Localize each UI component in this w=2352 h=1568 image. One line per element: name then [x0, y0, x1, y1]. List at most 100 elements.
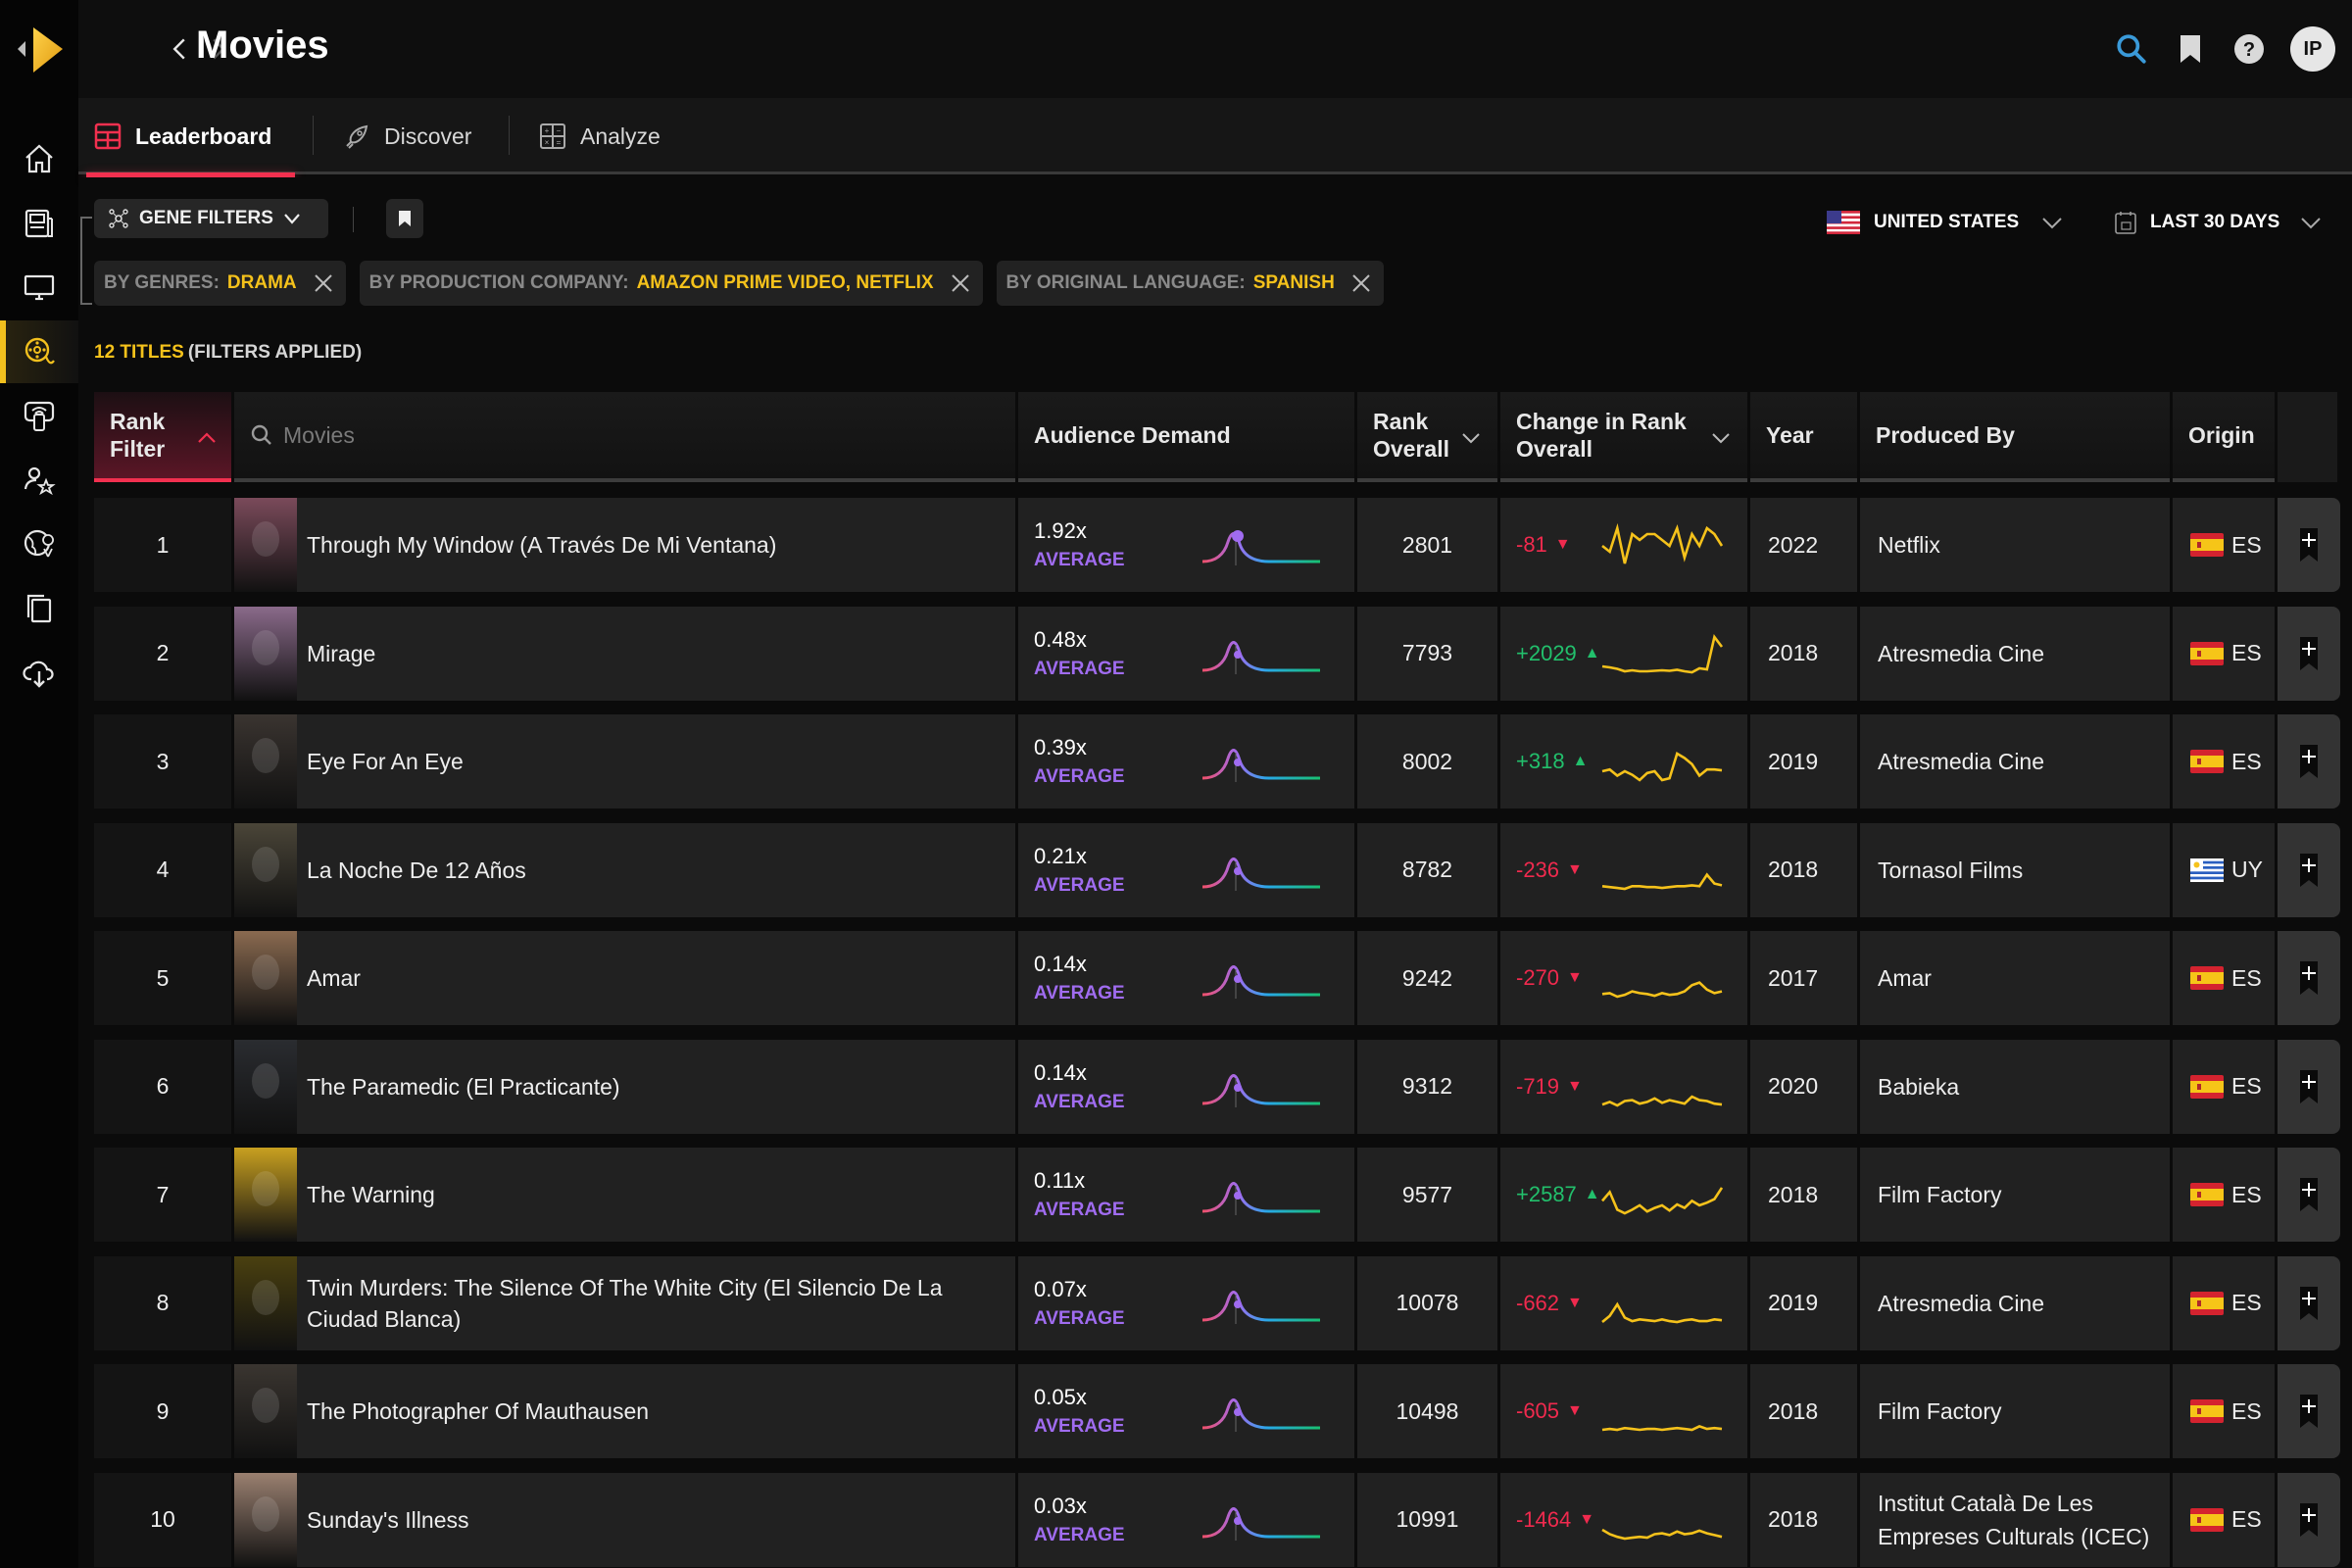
close-icon[interactable]	[1350, 272, 1372, 294]
column-change-in-rank[interactable]: Change in Rank Overall	[1500, 392, 1747, 482]
title-cell[interactable]: La Noche De 12 Años	[234, 822, 1015, 917]
movie-title[interactable]: Eye For An Eye	[307, 746, 483, 777]
poster-image	[234, 498, 297, 592]
demand-value: 0.14x	[1034, 952, 1087, 976]
add-to-watchlist-button[interactable]	[2278, 822, 2340, 917]
table-row[interactable]: 6 The Paramedic (El Practicante) 0.14x AVER…	[94, 1039, 2352, 1134]
add-to-watchlist-button[interactable]	[2278, 498, 2340, 592]
sidebar-item-global[interactable]	[0, 513, 78, 575]
produced-by-cell: Film Factory	[1860, 1148, 2170, 1242]
producer-value: Tornasol Films	[1878, 857, 2024, 883]
triangle-down-icon: ▼	[1567, 969, 1583, 986]
tab-discover[interactable]: Discover	[343, 98, 471, 174]
add-to-watchlist-button[interactable]	[2278, 931, 2340, 1025]
demand-value: 1.92x	[1034, 518, 1087, 543]
add-to-watchlist-button[interactable]	[2278, 1255, 2340, 1350]
movie-title[interactable]: Sunday's Illness	[307, 1504, 488, 1536]
help-button[interactable]: ?	[2220, 20, 2278, 78]
sidebar-item-streaming[interactable]	[0, 384, 78, 447]
add-to-watchlist-button[interactable]	[2278, 714, 2340, 808]
table-row[interactable]: 2 Mirage 0.48x AVERAGE 7793 +2029 ▲ 2018 Atresme…	[94, 606, 2352, 701]
title-cell[interactable]: The Warning	[234, 1148, 1015, 1242]
title-cell[interactable]: Sunday's Illness	[234, 1472, 1015, 1567]
gene-filters-label: GENE FILTERS	[139, 208, 273, 228]
gene-filters-button[interactable]: GENE FILTERS	[94, 199, 328, 238]
table-row[interactable]: 3 Eye For An Eye 0.39x AVERAGE 8002 +318 ▲ 2019…	[94, 714, 2352, 808]
sidebar-item-news[interactable]	[0, 192, 78, 255]
tab-analyze[interactable]: + − × = Analyze	[539, 98, 661, 174]
add-to-watchlist-button[interactable]	[2278, 1364, 2340, 1458]
sidebar-item-tv[interactable]	[0, 256, 78, 318]
movie-title[interactable]: Mirage	[307, 638, 395, 669]
country-label: UNITED STATES	[1874, 212, 2020, 232]
sidebar-item-talent[interactable]	[0, 449, 78, 512]
movie-title[interactable]: The Photographer Of Mauthausen	[307, 1396, 668, 1427]
close-icon[interactable]	[950, 272, 971, 294]
date-range-select[interactable]: LAST 30 DAYS	[2115, 203, 2323, 242]
title-cell[interactable]: Mirage	[234, 606, 1015, 701]
app-logo[interactable]	[12, 22, 67, 76]
rank-value: 7	[156, 1181, 170, 1207]
title-cell[interactable]: Amar	[234, 931, 1015, 1025]
rank-cell: 2	[94, 606, 231, 701]
country-select[interactable]: UNITED STATES	[1827, 203, 2064, 242]
add-to-watchlist-button[interactable]	[2278, 1148, 2340, 1242]
chevron-down-icon	[284, 214, 300, 224]
table-row[interactable]: 5 Amar 0.14x AVERAGE 9242 -270 ▼ 2017 Amar ES	[94, 931, 2352, 1025]
sidebar-item-copies[interactable]	[0, 577, 78, 640]
table-row[interactable]: 1 Through My Window (A Través De Mi Venta…	[94, 498, 2352, 592]
column-actions	[2278, 392, 2337, 482]
title-cell[interactable]: The Paramedic (El Practicante)	[234, 1039, 1015, 1134]
origin-code: ES	[2231, 964, 2262, 991]
origin-code: ES	[2231, 640, 2262, 665]
search-button[interactable]	[2102, 20, 2161, 78]
tab-leaderboard[interactable]: Leaderboard	[85, 98, 296, 177]
table-row[interactable]: 9 The Photographer Of Mauthausen 0.05x AVER…	[94, 1364, 2352, 1458]
title-cell[interactable]: Through My Window (A Través De Mi Ventan…	[234, 498, 1015, 592]
title-cell[interactable]: Eye For An Eye	[234, 714, 1015, 808]
close-icon[interactable]	[313, 272, 334, 294]
audience-demand-cell: 0.14x AVERAGE	[1018, 931, 1354, 1025]
column-audience-demand[interactable]: Audience Demand	[1018, 392, 1354, 482]
active-filters: BY GENRES: DRAMA BY PRODUCTION COMPANY: …	[94, 261, 1397, 306]
movie-title[interactable]: Through My Window (A Través De Mi Ventan…	[307, 529, 796, 561]
movie-title[interactable]: The Warning	[307, 1179, 455, 1210]
chip-value: DRAMA	[226, 272, 297, 293]
sidebar-item-movies[interactable]	[0, 319, 78, 383]
table-row[interactable]: 8 Twin Murders: The Silence Of The White …	[94, 1255, 2352, 1350]
filter-chip-production-company: BY PRODUCTION COMPANY: AMAZON PRIME VIDE…	[359, 261, 983, 306]
column-produced-by[interactable]: Produced By	[1860, 392, 2170, 482]
add-to-watchlist-button[interactable]	[2278, 1472, 2340, 1567]
audience-demand-cell: 0.14x AVERAGE	[1018, 1039, 1354, 1134]
saved-filters-button[interactable]	[386, 199, 423, 238]
table-row[interactable]: 10 Sunday's Illness 0.03x AVERAGE 10991 -1464…	[94, 1472, 2352, 1567]
title-cell[interactable]: The Photographer Of Mauthausen	[234, 1364, 1015, 1458]
bookmarks-button[interactable]	[2161, 20, 2220, 78]
back-button[interactable]	[162, 29, 197, 69]
movies-search-input[interactable]	[283, 421, 969, 449]
rank-overall-value: 9242	[1401, 964, 1453, 991]
column-rank-filter[interactable]: Rank Filter	[94, 392, 231, 482]
producer-value: Atresmedia Cine	[1878, 1290, 2045, 1316]
add-to-watchlist-button[interactable]	[2278, 606, 2340, 701]
column-year[interactable]: Year	[1750, 392, 1857, 482]
year-value: 2020	[1768, 1073, 1819, 1099]
year-value: 2018	[1768, 1397, 1819, 1424]
title-cell[interactable]: Twin Murders: The Silence Of The White C…	[234, 1255, 1015, 1350]
triangle-up-icon: ▲	[1572, 753, 1589, 769]
add-to-watchlist-button[interactable]	[2278, 1039, 2340, 1134]
movie-title[interactable]: Amar	[307, 962, 380, 994]
table-row[interactable]: 4 La Noche De 12 Años 0.21x AVERAGE 8782 -236…	[94, 822, 2352, 917]
change-value: -719 ▼	[1516, 1073, 1583, 1099]
chevron-up-icon	[198, 432, 216, 443]
table-row[interactable]: 7 The Warning 0.11x AVERAGE 9577 +2587 ▲ 2018 Fi…	[94, 1148, 2352, 1242]
column-origin[interactable]: Origin	[2173, 392, 2275, 482]
movie-title[interactable]: The Paramedic (El Practicante)	[307, 1071, 640, 1102]
movie-title[interactable]: Twin Murders: The Silence Of The White C…	[307, 1272, 1015, 1335]
user-avatar[interactable]: IP	[2290, 26, 2335, 72]
sidebar-item-download[interactable]	[0, 641, 78, 704]
sidebar-item-home[interactable]	[0, 127, 78, 190]
movie-title[interactable]: La Noche De 12 Años	[307, 855, 546, 886]
column-rank-overall[interactable]: Rank Overall	[1357, 392, 1497, 482]
origin-code: ES	[2231, 531, 2262, 558]
